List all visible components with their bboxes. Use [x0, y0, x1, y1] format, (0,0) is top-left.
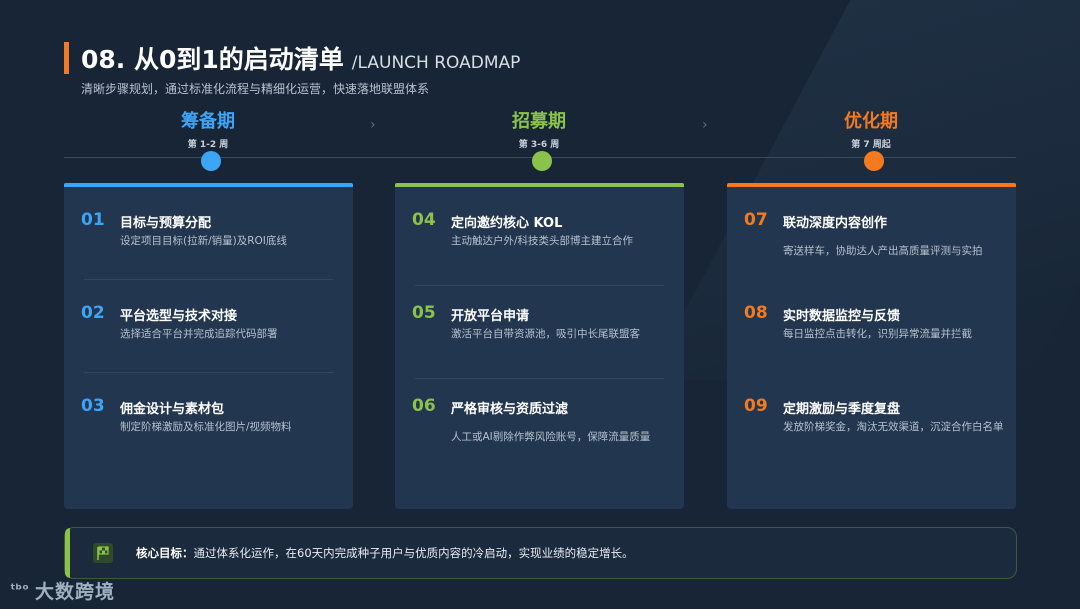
list-item: 04 定向邀约核心 KOL 主动触达户外/科技类头部博主建立合作 — [412, 210, 670, 260]
card-accent — [395, 183, 684, 187]
phase-dot-prep — [201, 151, 221, 171]
step-title: 平台选型与技术对接 — [120, 309, 238, 324]
list-item: 03 佣金设计与素材包 制定阶梯激励及标准化图片/视频物料 — [81, 396, 339, 456]
list-item: 05 开放平台申请 激活平台自带资源池，吸引中长尾联盟客 — [412, 303, 670, 353]
chevron-right-icon: › — [370, 117, 376, 133]
page-title-cn: 08. 从0到1的启动清单 — [81, 45, 344, 74]
brand-logo: ᵗᵇᵒ 大数跨境 — [10, 576, 115, 604]
phase-optimize: 优化期 第 7 周起 — [771, 107, 971, 150]
flag-icon — [93, 543, 113, 563]
goal-text: 核心目标：通过体系化运作，在60天内完成种子用户与优质内容的冷启动，实现业绩的稳… — [136, 545, 634, 561]
step-desc: 设定项目目标(拉新/销量)及ROI底线 — [120, 235, 287, 247]
goal-accent-bar — [65, 528, 70, 578]
logo-mark: ᵗᵇᵒ — [10, 582, 29, 598]
phase-dot-optimize — [864, 151, 884, 171]
phase-recruit: 招募期 第 3-6 周 — [439, 107, 639, 150]
page-title: 08. 从0到1的启动清单/LAUNCH ROADMAP — [81, 40, 520, 76]
step-desc: 每日监控点击转化，识别异常流量并拦截 — [783, 328, 972, 340]
divider — [84, 279, 333, 280]
step-title: 开放平台申请 — [451, 309, 530, 324]
step-desc: 激活平台自带资源池，吸引中长尾联盟客 — [451, 328, 640, 340]
step-title: 严格审核与资质过滤 — [451, 402, 569, 417]
step-desc: 人工或AI剔除作弊风险账号，保障流量质量 — [451, 431, 651, 443]
list-item: 07 联动深度内容创作 寄送样车，协助达人产出高质量评测与实拍 — [744, 210, 1002, 260]
phase-dot-recruit — [532, 151, 552, 171]
phase-prep: 筹备期 第 1-2 周 — [108, 107, 308, 150]
phase-week: 第 1-2 周 — [187, 140, 229, 150]
step-desc: 选择适合平台并完成追踪代码部署 — [120, 328, 278, 340]
title-accent-bar — [64, 42, 69, 74]
step-desc: 主动触达户外/科技类头部博主建立合作 — [451, 235, 634, 247]
step-number: 09 — [744, 396, 768, 416]
step-number: 07 — [744, 210, 768, 230]
goal-label: 核心目标： — [136, 546, 194, 560]
core-goal-banner: 核心目标：通过体系化运作，在60天内完成种子用户与优质内容的冷启动，实现业绩的稳… — [64, 527, 1017, 579]
list-item: 09 定期激励与季度复盘 发放阶梯奖金，淘汰无效渠道，沉淀合作白名单 — [744, 396, 1004, 456]
page-subtitle: 清晰步骤规划，通过标准化流程与精细化运营，快速落地联盟体系 — [81, 82, 430, 96]
step-number: 04 — [412, 210, 436, 230]
step-title: 目标与预算分配 — [120, 216, 212, 231]
list-item: 08 实时数据监控与反馈 每日监控点击转化，识别异常流量并拦截 — [744, 303, 1002, 353]
step-number: 03 — [81, 396, 105, 416]
divider — [84, 372, 333, 373]
card-accent — [727, 183, 1016, 187]
step-title: 联动深度内容创作 — [783, 216, 888, 231]
phase-card-recruit: 04 定向邀约核心 KOL 主动触达户外/科技类头部博主建立合作 05 开放平台… — [395, 183, 684, 509]
phase-week: 第 7 周起 — [851, 140, 891, 150]
phase-card-optimize: 07 联动深度内容创作 寄送样车，协助达人产出高质量评测与实拍 08 实时数据监… — [727, 183, 1016, 509]
phase-name: 筹备期 — [181, 111, 235, 132]
phase-card-prep: 01 目标与预算分配 设定项目目标(拉新/销量)及ROI底线 02 平台选型与技… — [64, 183, 353, 509]
list-item: 02 平台选型与技术对接 选择适合平台并完成追踪代码部署 — [81, 303, 339, 353]
step-number: 08 — [744, 303, 768, 323]
step-desc: 制定阶梯激励及标准化图片/视频物料 — [120, 421, 292, 433]
chevron-right-icon: › — [702, 117, 708, 133]
step-number: 02 — [81, 303, 105, 323]
logo-text: 大数跨境 — [34, 580, 115, 603]
step-desc: 寄送样车，协助达人产出高质量评测与实拍 — [783, 245, 983, 257]
step-title: 定向邀约核心 KOL — [451, 216, 563, 231]
step-title: 定期激励与季度复盘 — [783, 402, 901, 417]
phase-week: 第 3-6 周 — [518, 140, 560, 150]
step-title: 佣金设计与素材包 — [120, 402, 225, 417]
list-item: 01 目标与预算分配 设定项目目标(拉新/销量)及ROI底线 — [81, 210, 339, 260]
list-item: 06 严格审核与资质过滤 人工或AI剔除作弊风险账号，保障流量质量 — [412, 396, 670, 456]
card-accent — [64, 183, 353, 187]
phase-name: 招募期 — [512, 111, 566, 132]
step-number: 01 — [81, 210, 105, 230]
divider — [415, 378, 664, 379]
page-title-en: /LAUNCH ROADMAP — [351, 53, 521, 73]
step-desc: 发放阶梯奖金，淘汰无效渠道，沉淀合作白名单 — [783, 421, 1004, 433]
divider — [415, 285, 664, 286]
step-number: 05 — [412, 303, 436, 323]
phase-name: 优化期 — [844, 111, 898, 132]
goal-description: 通过体系化运作，在60天内完成种子用户与优质内容的冷启动，实现业绩的稳定增长。 — [193, 546, 634, 560]
step-number: 06 — [412, 396, 436, 416]
step-title: 实时数据监控与反馈 — [783, 309, 901, 324]
